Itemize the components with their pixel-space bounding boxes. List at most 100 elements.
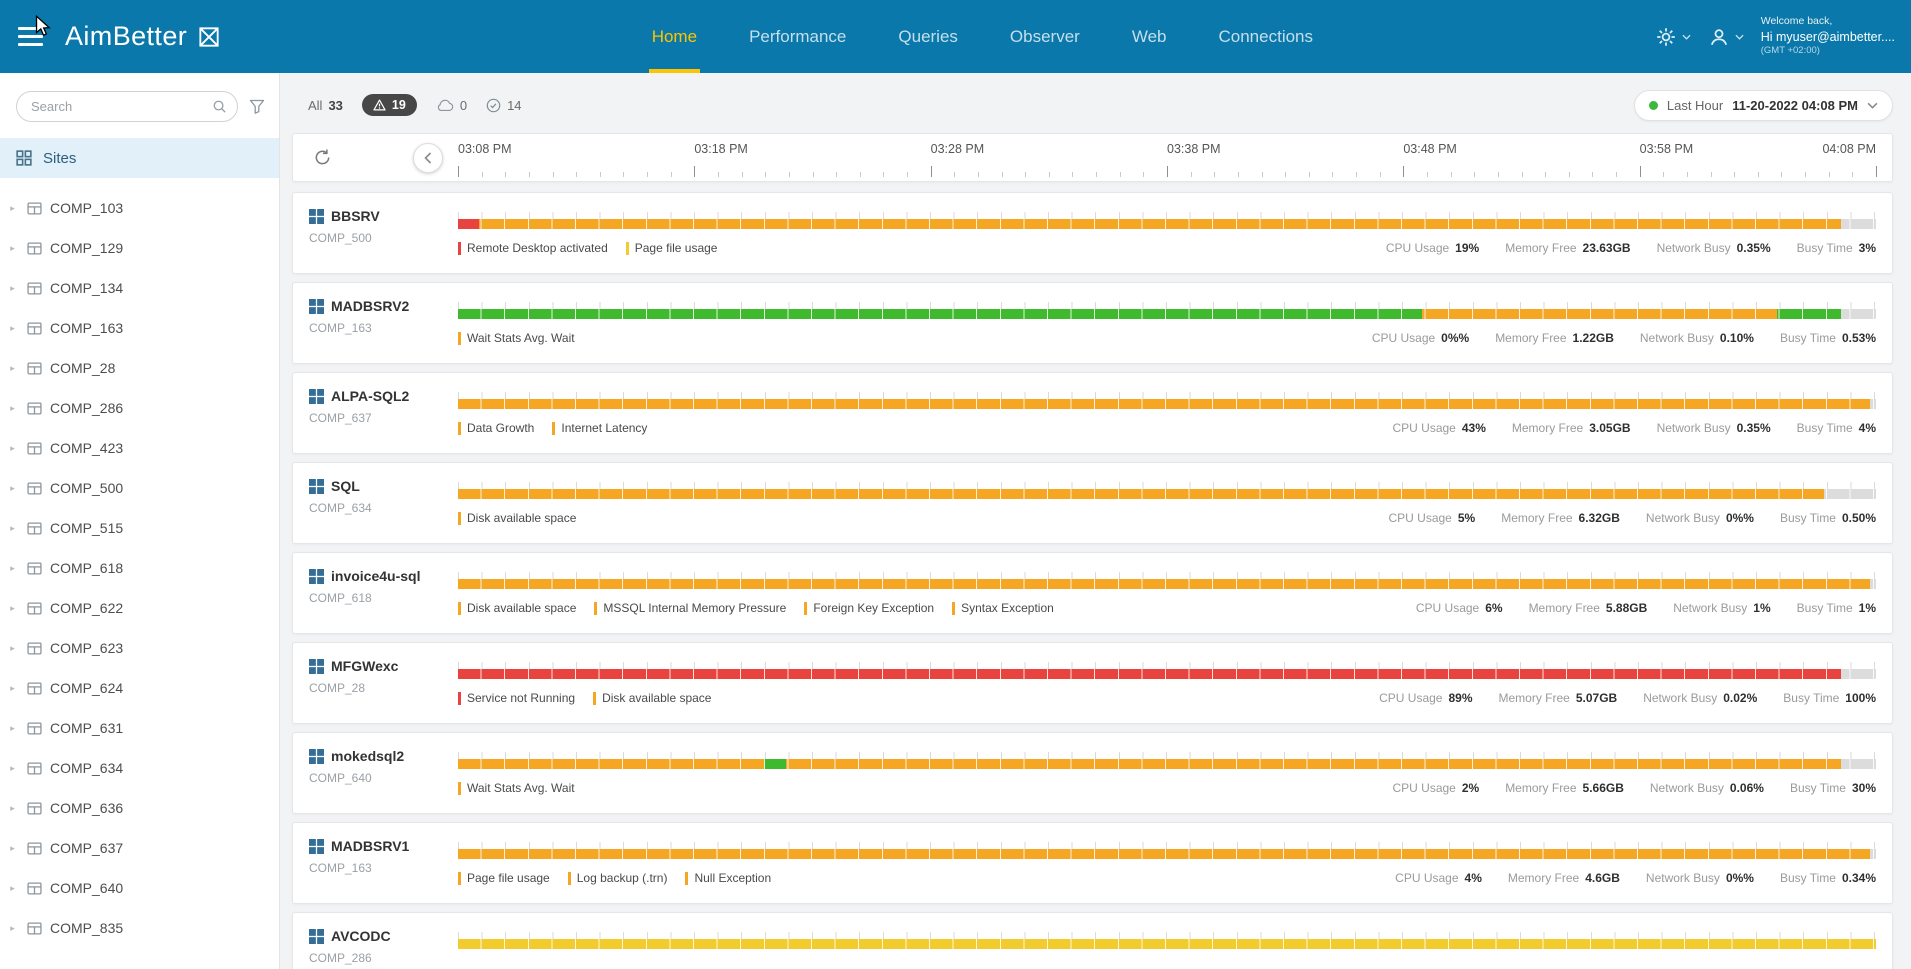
sidebar-item[interactable]: ▸ COMP_129 xyxy=(0,228,279,268)
expand-arrow-icon[interactable]: ▸ xyxy=(6,403,19,414)
sidebar-item[interactable]: ▸ COMP_103 xyxy=(0,188,279,228)
filter-all[interactable]: All 33 xyxy=(308,98,343,113)
search-input[interactable] xyxy=(16,91,238,122)
alert-item[interactable]: Disk available space xyxy=(458,511,576,525)
server-site: COMP_28 xyxy=(309,681,398,695)
nav-item-queries[interactable]: Queries xyxy=(895,0,961,73)
alert-item[interactable]: Null Exception xyxy=(685,871,771,885)
expand-arrow-icon[interactable]: ▸ xyxy=(6,483,19,494)
sidebar-item[interactable]: ▸ COMP_634 xyxy=(0,748,279,788)
expand-arrow-icon[interactable]: ▸ xyxy=(6,883,19,894)
nav-item-web[interactable]: Web xyxy=(1129,0,1170,73)
sidebar-item[interactable]: ▸ COMP_631 xyxy=(0,708,279,748)
alert-item[interactable]: Service not Running xyxy=(458,691,575,705)
filter-toolbar: All 33 19 0 xyxy=(292,89,1893,121)
expand-arrow-icon[interactable]: ▸ xyxy=(6,923,19,934)
filter-button[interactable] xyxy=(249,99,265,114)
sidebar-item[interactable]: ▸ COMP_423 xyxy=(0,428,279,468)
sidebar-item[interactable]: ▸ COMP_636 xyxy=(0,788,279,828)
sidebar-item[interactable]: ▸ COMP_286 xyxy=(0,388,279,428)
expand-arrow-icon[interactable]: ▸ xyxy=(6,843,19,854)
filter-alerts[interactable]: 19 xyxy=(362,94,417,116)
sidebar-item-sites[interactable]: Sites xyxy=(0,138,279,178)
sidebar-item[interactable]: ▸ COMP_500 xyxy=(0,468,279,508)
filter-cloud[interactable]: 0 xyxy=(436,98,467,113)
nav-item-home[interactable]: Home xyxy=(649,0,700,73)
server-link[interactable]: BBSRV xyxy=(309,208,380,224)
server-link[interactable]: mokedsql2 xyxy=(309,748,404,764)
refresh-button[interactable] xyxy=(313,148,332,170)
sidebar-item[interactable]: ▸ COMP_515 xyxy=(0,508,279,548)
server-link[interactable]: MFGWexc xyxy=(309,658,398,674)
expand-arrow-icon[interactable]: ▸ xyxy=(6,643,19,654)
expand-arrow-icon[interactable]: ▸ xyxy=(6,723,19,734)
status-bar[interactable] xyxy=(458,939,1876,949)
expand-arrow-icon[interactable]: ▸ xyxy=(6,443,19,454)
status-bar[interactable] xyxy=(458,579,1876,589)
server-link[interactable]: ALPA-SQL2 xyxy=(309,388,409,404)
status-bar[interactable] xyxy=(458,219,1876,229)
server-link[interactable]: MADBSRV1 xyxy=(309,838,409,854)
status-bar[interactable] xyxy=(458,849,1876,859)
alert-item[interactable]: Data Growth xyxy=(458,421,534,435)
alert-item[interactable]: Wait Stats Avg. Wait xyxy=(458,331,575,345)
expand-arrow-icon[interactable]: ▸ xyxy=(6,283,19,294)
user-menu[interactable] xyxy=(1708,26,1744,48)
status-bar[interactable] xyxy=(458,759,1876,769)
expand-arrow-icon[interactable]: ▸ xyxy=(6,803,19,814)
alert-item[interactable]: Foreign Key Exception xyxy=(804,601,934,615)
status-bar[interactable] xyxy=(458,309,1876,319)
sidebar-item[interactable]: ▸ COMP_163 xyxy=(0,308,279,348)
sidebar-item[interactable]: ▸ COMP_618 xyxy=(0,548,279,588)
expand-arrow-icon[interactable]: ▸ xyxy=(6,243,19,254)
time-range-selector[interactable]: Last Hour 11-20-2022 04:08 PM xyxy=(1634,90,1893,121)
server-row: mokedsql2 COMP_640 Wait Stats Avg. Wait … xyxy=(292,732,1893,814)
status-bar[interactable] xyxy=(458,489,1876,499)
alert-item[interactable]: Log backup (.trn) xyxy=(568,871,668,885)
brand-logo[interactable]: AimBetter xyxy=(65,21,222,52)
expand-arrow-icon[interactable]: ▸ xyxy=(6,763,19,774)
expand-arrow-icon[interactable]: ▸ xyxy=(6,203,19,214)
expand-arrow-icon[interactable]: ▸ xyxy=(6,323,19,334)
menu-button[interactable] xyxy=(18,27,43,46)
alert-item[interactable]: Disk available space xyxy=(458,601,576,615)
metric-cpu: CPU Usage2% xyxy=(1392,781,1479,795)
nav-item-connections[interactable]: Connections xyxy=(1216,0,1317,73)
alert-item[interactable]: MSSQL Internal Memory Pressure xyxy=(594,601,786,615)
nav-item-observer[interactable]: Observer xyxy=(1007,0,1083,73)
server-link[interactable]: AVCODC xyxy=(309,928,391,944)
status-bar[interactable] xyxy=(458,669,1876,679)
alert-item[interactable]: Wait Stats Avg. Wait xyxy=(458,781,575,795)
server-link[interactable]: MADBSRV2 xyxy=(309,298,409,314)
expand-arrow-icon[interactable]: ▸ xyxy=(6,563,19,574)
alert-item[interactable]: Syntax Exception xyxy=(952,601,1054,615)
expand-arrow-icon[interactable]: ▸ xyxy=(6,523,19,534)
metric-network: Network Busy0.06% xyxy=(1650,781,1764,795)
nav-item-performance[interactable]: Performance xyxy=(746,0,849,73)
sidebar-item[interactable]: ▸ COMP_640 xyxy=(0,868,279,908)
alert-item[interactable]: Remote Desktop activated xyxy=(458,241,608,255)
bar-segment-gray xyxy=(1841,309,1876,319)
server-link[interactable]: SQL xyxy=(309,478,372,494)
sidebar-item[interactable]: ▸ COMP_637 xyxy=(0,828,279,868)
expand-arrow-icon[interactable]: ▸ xyxy=(6,603,19,614)
sidebar-item[interactable]: ▸ COMP_623 xyxy=(0,628,279,668)
metric-label: Memory Free xyxy=(1508,871,1579,885)
filter-ok[interactable]: 14 xyxy=(486,98,521,113)
sidebar-item[interactable]: ▸ COMP_622 xyxy=(0,588,279,628)
alert-item[interactable]: Disk available space xyxy=(593,691,711,705)
timeline-back-button[interactable] xyxy=(413,143,443,173)
alert-label: Log backup (.trn) xyxy=(577,871,668,885)
alert-item[interactable]: Page file usage xyxy=(458,871,550,885)
status-bar[interactable] xyxy=(458,399,1876,409)
alert-item[interactable]: Internet Latency xyxy=(552,421,647,435)
server-link[interactable]: invoice4u-sql xyxy=(309,568,420,584)
alert-item[interactable]: Page file usage xyxy=(626,241,718,255)
settings-menu[interactable] xyxy=(1655,26,1691,48)
sidebar-item[interactable]: ▸ COMP_134 xyxy=(0,268,279,308)
sidebar-item[interactable]: ▸ COMP_835 xyxy=(0,908,279,948)
expand-arrow-icon[interactable]: ▸ xyxy=(6,363,19,374)
sidebar-item[interactable]: ▸ COMP_624 xyxy=(0,668,279,708)
sidebar-item[interactable]: ▸ COMP_28 xyxy=(0,348,279,388)
expand-arrow-icon[interactable]: ▸ xyxy=(6,683,19,694)
